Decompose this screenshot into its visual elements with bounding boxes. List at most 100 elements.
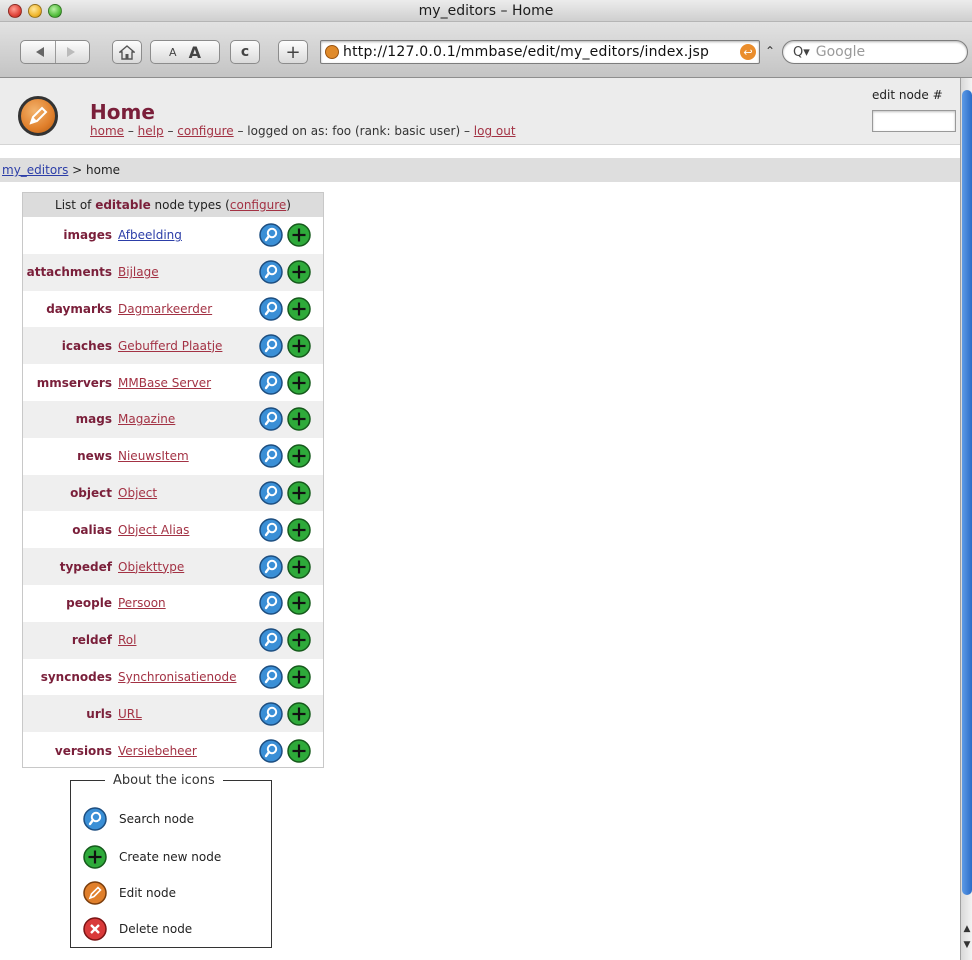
nodetype-guiname-link[interactable]: Synchronisatienode xyxy=(118,670,258,684)
create-node-icon[interactable] xyxy=(287,554,311,579)
nodetype-name: typedef xyxy=(59,559,112,574)
breadcrumb-current: home xyxy=(86,163,121,177)
nodetype-row-images: images Afbeelding xyxy=(23,217,323,254)
nodetype-row-object: object Object xyxy=(23,474,323,512)
create-node-icon[interactable] xyxy=(287,738,311,763)
add-bookmark-button[interactable]: + xyxy=(278,40,308,64)
nodetype-guiname-link[interactable]: MMBase Server xyxy=(118,376,258,390)
edit-node-input[interactable] xyxy=(872,110,956,132)
search-node-icon[interactable] xyxy=(259,665,283,689)
search-node-icon[interactable] xyxy=(259,554,283,579)
text-bigger-button[interactable]: A xyxy=(189,43,201,62)
legend-edit-label: Edit node xyxy=(119,886,176,900)
nodetype-guiname-link[interactable]: Dagmarkeerder xyxy=(118,302,258,316)
search-node-icon[interactable] xyxy=(259,260,283,284)
nodetype-row-attachments: attachments Bijlage xyxy=(23,253,323,291)
plus-icon: + xyxy=(285,41,301,63)
scrollbar-thumb[interactable] xyxy=(962,90,972,895)
search-node-icon xyxy=(83,807,107,831)
nodetype-list-caption: List of editable node types (configure) xyxy=(23,193,323,217)
search-node-icon[interactable] xyxy=(259,407,283,432)
search-node-icon[interactable] xyxy=(259,481,283,505)
search-node-icon[interactable] xyxy=(259,738,283,763)
create-node-icon[interactable] xyxy=(287,518,311,542)
window-titlebar: my_editors – Home xyxy=(0,0,972,22)
legend-create-label: Create new node xyxy=(119,850,222,864)
nodetype-guiname-link[interactable]: URL xyxy=(118,707,258,721)
text-smaller-button[interactable]: A xyxy=(169,46,177,59)
create-node-icon[interactable] xyxy=(287,481,311,505)
search-icon[interactable]: Q▾ xyxy=(793,45,810,60)
search-node-icon[interactable] xyxy=(259,370,283,395)
legend-item-create: Create new node xyxy=(83,845,221,869)
create-node-icon[interactable] xyxy=(287,628,311,652)
nodetype-name: reldef xyxy=(71,633,112,648)
create-node-icon[interactable] xyxy=(287,297,311,321)
nodetype-name: images xyxy=(63,228,112,243)
create-node-icon[interactable] xyxy=(287,370,311,395)
nodetype-name: daymarks xyxy=(46,301,112,316)
create-node-icon[interactable] xyxy=(287,444,311,468)
text-size-buttons[interactable]: A A xyxy=(150,40,220,64)
nodetype-row-reldef: reldef Rol xyxy=(23,621,323,659)
nodetype-guiname-link[interactable]: Afbeelding xyxy=(118,228,258,242)
search-node-icon[interactable] xyxy=(259,518,283,542)
nodetype-name: icaches xyxy=(61,338,112,353)
scroll-down-arrow-icon[interactable]: ▼ xyxy=(961,940,972,956)
browser-toolbar: A A c + http://127.0.0.1/mmbase/edit/my_… xyxy=(0,22,972,78)
create-node-icon[interactable] xyxy=(287,591,311,616)
back-forward-buttons[interactable] xyxy=(20,40,90,64)
address-bar[interactable]: http://127.0.0.1/mmbase/edit/my_editors/… xyxy=(320,40,760,64)
create-node-icon[interactable] xyxy=(287,260,311,284)
search-node-icon[interactable] xyxy=(259,702,283,726)
create-node-icon[interactable] xyxy=(287,407,311,432)
nodetype-guiname-link[interactable]: Magazine xyxy=(118,412,258,426)
search-node-icon[interactable] xyxy=(259,628,283,652)
home-link[interactable]: home xyxy=(90,124,124,138)
search-placeholder: Google xyxy=(815,44,866,60)
nodetype-name: mags xyxy=(75,412,112,427)
create-node-icon[interactable] xyxy=(287,334,311,358)
caption-configure-link[interactable]: configure xyxy=(230,198,286,212)
back-arrow-icon[interactable] xyxy=(35,47,46,57)
nodetype-row-oalias: oalias Object Alias xyxy=(23,511,323,548)
create-node-icon[interactable] xyxy=(287,223,311,248)
nodetype-row-versions: versions Versiebeheer xyxy=(23,732,323,769)
search-node-icon[interactable] xyxy=(259,334,283,358)
search-node-icon[interactable] xyxy=(259,591,283,616)
snapback-icon[interactable]: ↩ xyxy=(740,44,756,60)
search-node-icon[interactable] xyxy=(259,223,283,248)
caption-suffix: ) xyxy=(286,198,291,212)
nodetype-guiname-link[interactable]: Versiebeheer xyxy=(118,744,258,758)
nodetype-guiname-link[interactable]: NieuwsItem xyxy=(118,449,258,463)
search-node-icon[interactable] xyxy=(259,444,283,468)
create-node-icon[interactable] xyxy=(287,665,311,689)
nodetype-guiname-link[interactable]: Gebufferd Plaatje xyxy=(118,339,258,353)
icon-legend: About the icons Search node Create new n… xyxy=(70,773,272,948)
forward-arrow-icon[interactable] xyxy=(65,47,75,57)
nodetype-row-typedef: typedef Objekttype xyxy=(23,548,323,585)
create-node-icon[interactable] xyxy=(287,702,311,726)
delete-node-icon xyxy=(83,917,107,941)
page-header: Home home – help – configure – logged on… xyxy=(0,78,960,145)
help-link[interactable]: help xyxy=(138,124,164,138)
nodetype-guiname-link[interactable]: Persoon xyxy=(118,596,258,610)
address-bar-url[interactable]: http://127.0.0.1/mmbase/edit/my_editors/… xyxy=(343,44,737,60)
reload-button[interactable]: c xyxy=(230,40,260,64)
scroll-up-arrow-icon[interactable]: ▲ xyxy=(961,924,972,940)
breadcrumb-root-link[interactable]: my_editors xyxy=(2,163,68,177)
legend-delete-label: Delete node xyxy=(119,922,193,936)
configure-link[interactable]: configure xyxy=(177,124,233,138)
nodetype-guiname-link[interactable]: Objekttype xyxy=(118,560,258,574)
nodetype-guiname-link[interactable]: Object Alias xyxy=(118,523,258,537)
logout-link[interactable]: log out xyxy=(474,124,516,138)
nodetype-guiname-link[interactable]: Bijlage xyxy=(118,265,258,279)
home-button[interactable] xyxy=(112,40,142,64)
nodetype-name: versions xyxy=(54,743,112,758)
nodetype-guiname-link[interactable]: Rol xyxy=(118,633,258,647)
nodetype-name: urls xyxy=(86,706,112,721)
nodetype-guiname-link[interactable]: Object xyxy=(118,486,258,500)
search-node-icon[interactable] xyxy=(259,297,283,321)
search-field[interactable]: Q▾ Google xyxy=(782,40,968,64)
vertical-scrollbar[interactable]: ▲ ▼ xyxy=(960,78,972,960)
